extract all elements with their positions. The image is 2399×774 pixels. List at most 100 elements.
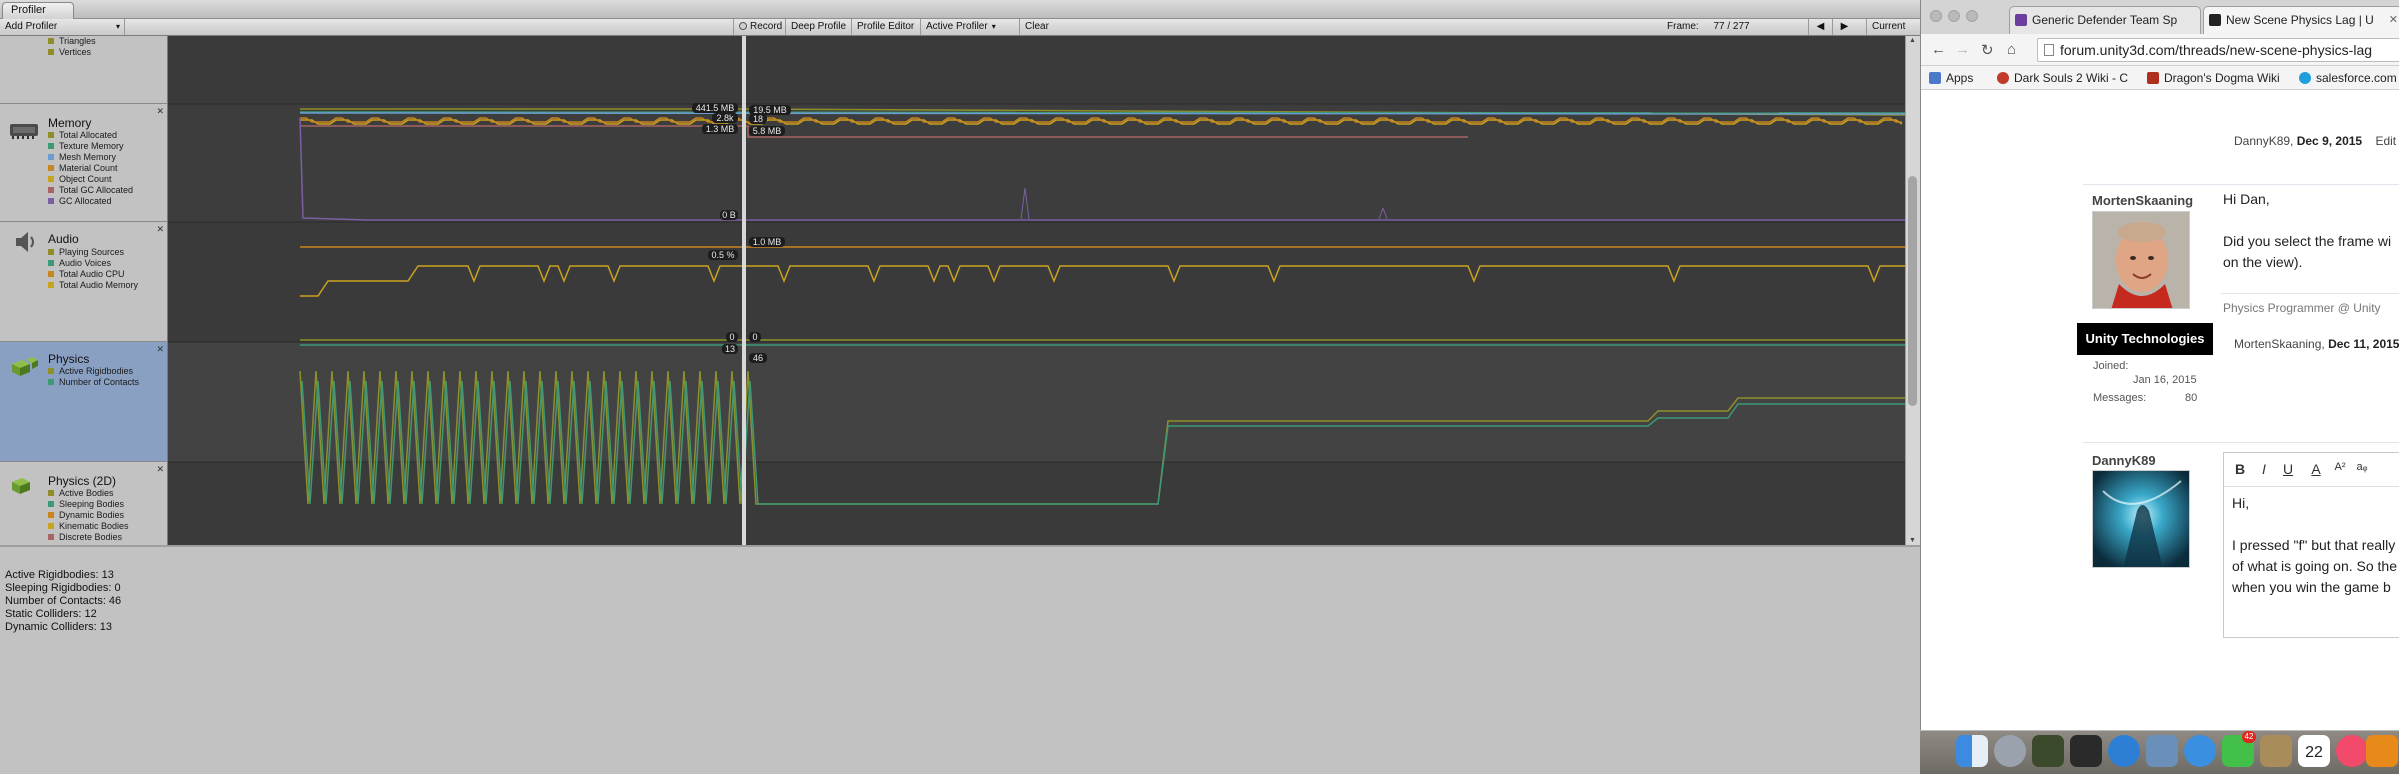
legend-item[interactable]: Active Bodies (48, 488, 129, 499)
physics-area[interactable]: Physics ✕ Active Rigidbodies Number of C… (0, 342, 167, 462)
legend-item[interactable]: Audio Voices (48, 258, 138, 269)
reply-editor[interactable]: B I U A A² aᵩ Hi, I pressed "f" but that… (2223, 452, 2399, 638)
memory-area[interactable]: Memory ✕ Total Allocated Texture Memory … (0, 104, 167, 222)
close-icon[interactable]: ✕ (156, 344, 164, 355)
record-button[interactable]: Record (733, 19, 787, 35)
close-icon[interactable]: ✕ (156, 464, 164, 475)
active-profiler-dropdown[interactable]: Active Profiler ▾ (920, 19, 1019, 35)
legend-item[interactable]: Number of Contacts (48, 377, 139, 388)
underline-button[interactable]: U (2278, 461, 2298, 477)
back-icon[interactable]: ← (1931, 41, 1946, 58)
itunes-icon[interactable] (2336, 735, 2368, 767)
legend-item[interactable]: Vertices (48, 47, 96, 58)
font-family-button[interactable]: aᵩ (2352, 461, 2372, 473)
forward-icon[interactable]: → (1955, 41, 1970, 58)
post-username[interactable]: MortenSkaaning (2092, 193, 2193, 208)
zoom-window-icon[interactable] (1966, 10, 1978, 22)
user-avatar[interactable] (2092, 470, 2190, 568)
user-avatar[interactable] (2092, 211, 2190, 309)
profiler-tab[interactable]: Profiler (2, 2, 74, 19)
legend-item[interactable]: Material Count (48, 163, 133, 174)
frame-label: Frame: (1667, 21, 1699, 32)
legend-item[interactable]: Playing Sources (48, 247, 138, 258)
bookmark-salesforce[interactable]: salesforce.com (2299, 66, 2397, 90)
reload-icon[interactable]: ↻ (1981, 41, 1994, 59)
rendering-area[interactable]: Triangles Vertices (0, 36, 167, 104)
legend-item[interactable]: Total Allocated (48, 130, 133, 141)
legend-item[interactable]: Total GC Allocated (48, 185, 133, 196)
editor-toolbar: B I U A A² aᵩ (2224, 453, 2399, 487)
post-author-link[interactable]: DannyK89 (2234, 134, 2290, 148)
home-icon[interactable]: ⌂ (2007, 41, 2016, 58)
bookmark-dragons-dogma[interactable]: Dragon's Dogma Wiki (2147, 66, 2280, 90)
contacts-icon[interactable] (2260, 735, 2292, 767)
bookmark-label: Apps (1946, 71, 1974, 85)
scroll-up-icon[interactable]: ▲ (1909, 37, 1916, 44)
bookmark-apps[interactable]: Apps (1929, 66, 1973, 90)
italic-button[interactable]: I (2254, 461, 2274, 477)
close-tab-icon[interactable]: ✕ (2389, 7, 2398, 33)
close-window-icon[interactable] (1930, 10, 1942, 22)
minimize-window-icon[interactable] (1948, 10, 1960, 22)
post-date[interactable]: Dec 9, 2015 (2297, 134, 2362, 148)
legend-item[interactable]: Kinematic Bodies (48, 521, 129, 532)
legend-item[interactable]: Dynamic Bodies (48, 510, 129, 521)
launchpad-icon[interactable] (1994, 735, 2026, 767)
tab-title: Generic Defender Team Sp (2032, 13, 2178, 27)
legend-item[interactable]: Total Audio Memory (48, 280, 138, 291)
text-color-button[interactable]: A (2306, 461, 2326, 477)
finder-icon[interactable] (1956, 735, 1988, 767)
clear-button[interactable]: Clear (1019, 19, 1054, 35)
close-icon[interactable]: ✕ (156, 106, 164, 117)
physics2d-area[interactable]: Physics (2D) ✕ Active Bodies Sleeping Bo… (0, 462, 167, 545)
scroll-down-icon[interactable]: ▼ (1909, 537, 1916, 544)
font-size-button[interactable]: A² (2330, 461, 2350, 473)
profile-editor-button[interactable]: Profile Editor (851, 19, 919, 35)
post-author-link[interactable]: MortenSkaaning (2234, 337, 2321, 351)
mission-control-icon[interactable] (2032, 735, 2064, 767)
close-icon[interactable]: ✕ (156, 224, 164, 235)
scrollbar-thumb[interactable] (1908, 176, 1917, 406)
macos-dock: 42 22 (1920, 730, 2399, 774)
post-date[interactable]: Dec 11, 2015 (2328, 337, 2399, 351)
legend-item[interactable]: GC Allocated (48, 196, 133, 207)
browser-tab-1[interactable]: Generic Defender Team Sp (2009, 6, 2201, 34)
profiler-scrollbar[interactable]: ▲ ▼ (1905, 36, 1920, 545)
legend-item[interactable]: Texture Memory (48, 141, 133, 152)
post-username[interactable]: DannyK89 (2092, 453, 2156, 468)
audio-value-label: 0.5 % (711, 250, 734, 260)
legend-item[interactable]: Discrete Bodies (48, 532, 129, 543)
browser-tab-2[interactable]: New Scene Physics Lag | U ✕ (2203, 6, 2399, 34)
memory-label-left-0: 441.5 MB (692, 103, 738, 113)
legend-item[interactable]: Mesh Memory (48, 152, 133, 163)
legend-item[interactable]: Sleeping Bodies (48, 499, 129, 510)
preview-icon[interactable] (2146, 735, 2178, 767)
legend-item[interactable]: Active Rigidbodies (48, 366, 139, 377)
profiler-graphs[interactable]: 441.5 MB 19.5 MB 2.8k 18 1.3 MB 5.8 MB 0… (168, 36, 1905, 545)
safari-icon[interactable] (2184, 735, 2216, 767)
app-store-icon[interactable] (2108, 735, 2140, 767)
dashboard-icon[interactable] (2070, 735, 2102, 767)
calendar-icon[interactable]: 22 (2298, 735, 2330, 767)
legend-item[interactable]: Total Audio CPU (48, 269, 138, 280)
legend-swatch (48, 490, 54, 496)
ibooks-icon[interactable] (2366, 735, 2398, 767)
prev-frame-button[interactable]: ◀ (1808, 19, 1832, 35)
url-input[interactable]: forum.unity3d.com/threads/new-scene-phys… (2037, 38, 2399, 62)
apps-grid-icon (1929, 72, 1941, 84)
bold-button[interactable]: B (2230, 461, 2250, 477)
bookmark-dark-souls[interactable]: Dark Souls 2 Wiki - C (1997, 66, 2128, 90)
deep-profile-button[interactable]: Deep Profile (785, 19, 851, 35)
audio-area[interactable]: Audio ✕ Playing Sources Audio Voices Tot… (0, 222, 167, 342)
edit-link[interactable]: Edit (2375, 134, 2396, 148)
current-frame-button[interactable]: Current (1866, 19, 1910, 35)
unity-favicon-icon (2209, 14, 2221, 26)
add-profiler-dropdown[interactable]: Add Profiler ▾ (0, 19, 125, 35)
post-meta: DannyK89, Dec 9, 2015 Edit (2234, 134, 2397, 148)
forum-post: MortenSkaaning Unity Technologies Hi Dan… (2077, 184, 2399, 374)
profiler-graph-panel[interactable]: 441.5 MB 19.5 MB 2.8k 18 1.3 MB 5.8 MB 0… (168, 36, 1905, 545)
legend-item[interactable]: Triangles (48, 36, 96, 47)
legend-label: Sleeping Bodies (59, 499, 125, 509)
next-frame-button[interactable]: ▶ (1832, 19, 1856, 35)
legend-item[interactable]: Object Count (48, 174, 133, 185)
